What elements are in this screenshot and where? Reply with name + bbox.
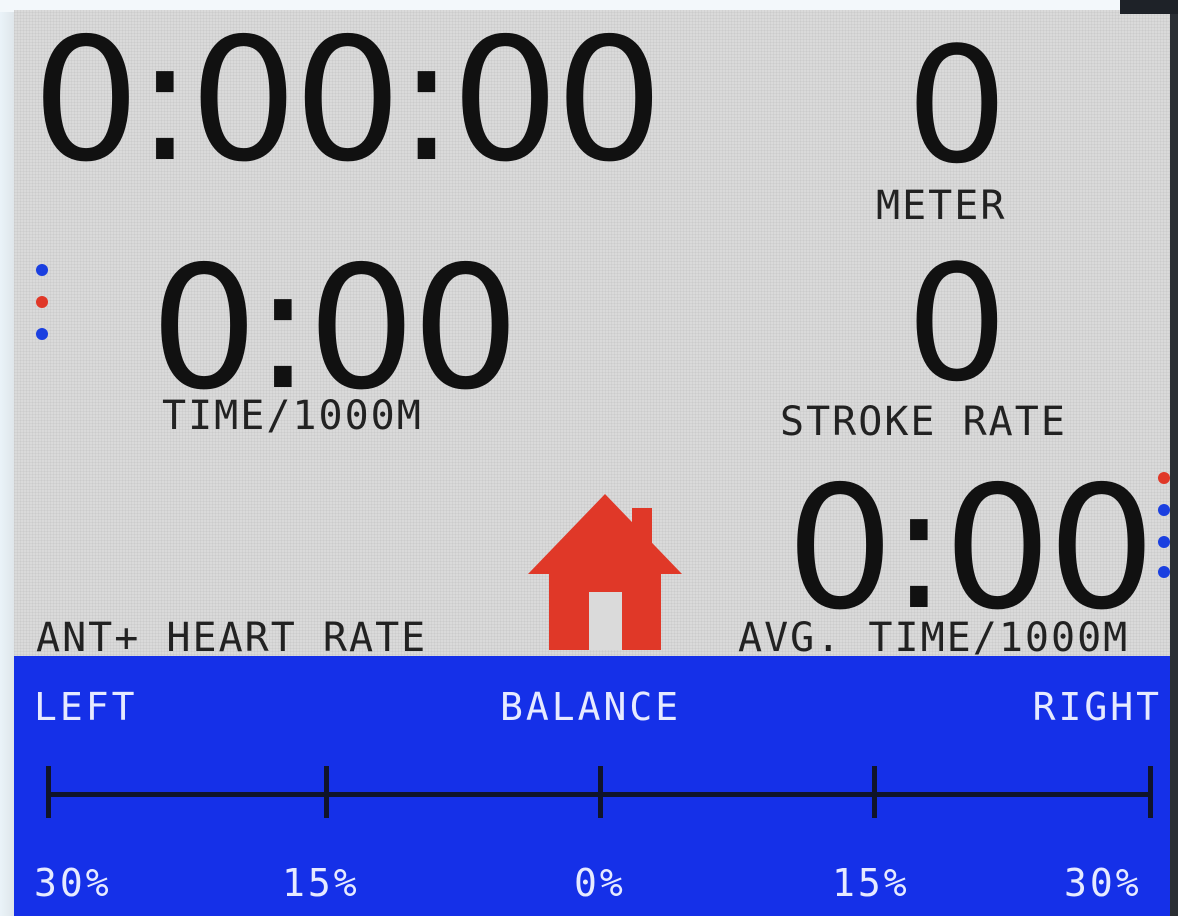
indicator-dot-red (36, 296, 48, 308)
stroke-rate-value: 0 (906, 230, 1008, 417)
balance-scale-label: 15% (282, 861, 360, 905)
balance-scale-label: 30% (1064, 861, 1142, 905)
balance-left-label: LEFT (34, 685, 138, 729)
indicator-dot-blue (1158, 504, 1170, 516)
balance-scale-label: 15% (832, 861, 910, 905)
total-time-value: 0:00:00 (32, 10, 663, 200)
indicator-dot-blue (36, 264, 48, 276)
balance-panel: LEFT BALANCE RIGHT 30% 15% 0% 15% 30% (14, 656, 1172, 916)
meter-value: 0 (906, 12, 1008, 199)
balance-scale-tick (46, 766, 51, 818)
heart-rate-label: ANT+ HEART RATE (36, 615, 428, 661)
balance-scale-tick (1148, 766, 1153, 818)
balance-scale-tick (598, 766, 603, 818)
home-icon[interactable] (528, 494, 682, 652)
stroke-rate-label: STROKE RATE (780, 399, 1067, 445)
indicator-dot-red (1158, 472, 1170, 484)
split-time-label: TIME/1000M (162, 393, 423, 439)
balance-scale-label: 0% (574, 861, 626, 905)
split-time-value: 0:00 (150, 230, 520, 428)
device-bezel-left (0, 12, 14, 916)
balance-scale-tick (324, 766, 329, 818)
rower-display-screen: 0:00:00 0 METER 0:00 TIME/1000M 0 STROKE… (14, 10, 1172, 916)
balance-scale-label: 30% (34, 861, 112, 905)
indicator-dot-blue (1158, 566, 1170, 578)
meter-label: METER (876, 183, 1007, 229)
indicator-dot-blue (36, 328, 48, 340)
balance-scale-tick (872, 766, 877, 818)
avg-split-value: 0:00 (786, 450, 1156, 648)
balance-right-label: RIGHT (1032, 685, 1162, 729)
device-bezel-corner (1120, 0, 1178, 14)
device-bezel-right (1170, 0, 1178, 916)
avg-split-label: AVG. TIME/1000M (738, 615, 1130, 661)
balance-title: BALANCE (500, 685, 682, 729)
indicator-dot-blue (1158, 536, 1170, 548)
